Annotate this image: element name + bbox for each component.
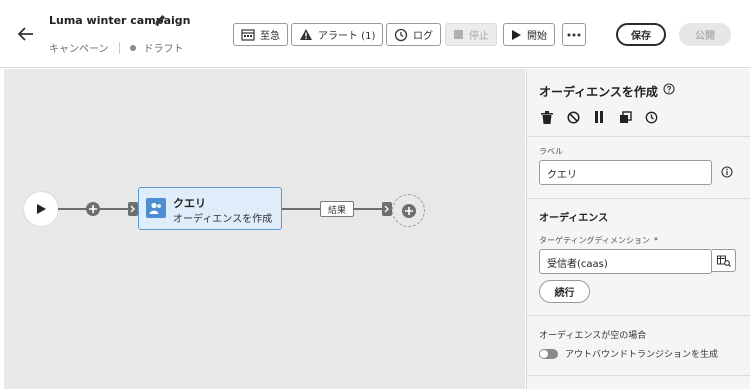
dimension-picker-button[interactable]	[712, 249, 736, 272]
table-search-icon	[716, 255, 731, 267]
continue-button[interactable]: 続行	[539, 280, 590, 303]
audience-icon	[146, 198, 166, 218]
urgent-button[interactable]: 至急	[233, 23, 288, 46]
node-title: クエリ	[173, 197, 206, 210]
plus-icon	[401, 203, 416, 218]
result-transition-label[interactable]: 結果	[320, 201, 354, 217]
add-activity-placeholder[interactable]	[392, 194, 425, 227]
save-button[interactable]: 保存	[616, 23, 666, 46]
history-icon	[394, 28, 408, 41]
play-icon	[512, 29, 521, 40]
node-subtitle: オーディエンスを作成	[173, 214, 273, 225]
targeting-dimension-input[interactable]: 受信者(caas)	[539, 249, 712, 274]
add-activity-icon[interactable]	[86, 202, 100, 216]
properties-panel: オーディエンスを作成 ラベル クエリ オーディエンス ターゲティングディメンショ…	[526, 69, 750, 389]
divider	[527, 198, 750, 199]
required-mark: *	[653, 236, 658, 245]
warning-icon	[300, 29, 312, 40]
chevron-right-icon	[128, 202, 138, 216]
start-label: 開始	[527, 31, 547, 42]
play-icon	[37, 204, 46, 214]
pause-icon[interactable]	[591, 109, 607, 125]
app-header: Luma winter campaign キャンペーン ドラフト 至急 アラート…	[0, 0, 750, 68]
targeting-caption-text: ターゲティングディメンション	[539, 236, 650, 245]
help-icon[interactable]	[663, 83, 675, 95]
outbound-transition-toggle[interactable]	[539, 349, 558, 359]
campaign-type-label: キャンペーン	[49, 44, 109, 55]
more-icon	[567, 33, 581, 36]
targeting-dimension-caption: ターゲティングディメンション *	[539, 235, 658, 246]
status-label: ドラフト	[143, 44, 184, 55]
outbound-transition-label: アウトバウンドトランジションを生成	[565, 350, 719, 360]
log-button[interactable]: ログ	[386, 23, 441, 46]
more-button[interactable]	[562, 23, 586, 46]
info-icon[interactable]	[721, 166, 733, 178]
query-activity-node[interactable]: クエリ オーディエンスを作成	[138, 187, 282, 230]
stop-icon	[454, 30, 463, 39]
alert-button[interactable]: アラート (1)	[291, 23, 384, 46]
history-icon[interactable]	[643, 109, 659, 125]
status-dot	[129, 44, 136, 51]
stop-button[interactable]: 停止	[445, 23, 497, 46]
edit-pencil-icon[interactable]	[153, 13, 167, 27]
panel-actions	[539, 109, 659, 125]
start-node[interactable]	[24, 192, 58, 226]
campaign-title: Luma winter campaign	[49, 14, 191, 27]
delete-icon[interactable]	[539, 109, 555, 125]
publish-button[interactable]: 公開	[679, 23, 731, 46]
empty-audience-title: オーディエンスが空の場合	[539, 331, 647, 341]
audience-section-title: オーディエンス	[539, 213, 609, 224]
log-label: ログ	[413, 31, 433, 42]
chevron-right-icon	[382, 202, 392, 216]
label-caption: ラベル	[539, 147, 563, 156]
stop-label: 停止	[469, 31, 489, 42]
panel-title: オーディエンスを作成	[539, 85, 658, 99]
label-input[interactable]: クエリ	[539, 160, 712, 185]
urgent-label: 至急	[260, 31, 280, 42]
divider	[527, 136, 750, 137]
divider	[527, 375, 750, 376]
start-button[interactable]: 開始	[503, 23, 555, 46]
breadcrumb: キャンペーン ドラフト	[49, 40, 184, 55]
duplicate-icon[interactable]	[617, 109, 633, 125]
disable-icon[interactable]	[565, 109, 581, 125]
separator	[118, 41, 120, 54]
back-arrow-icon[interactable]	[16, 24, 36, 44]
calendar-icon	[241, 29, 255, 41]
alert-label: アラート (1)	[318, 31, 376, 42]
divider	[527, 315, 750, 316]
